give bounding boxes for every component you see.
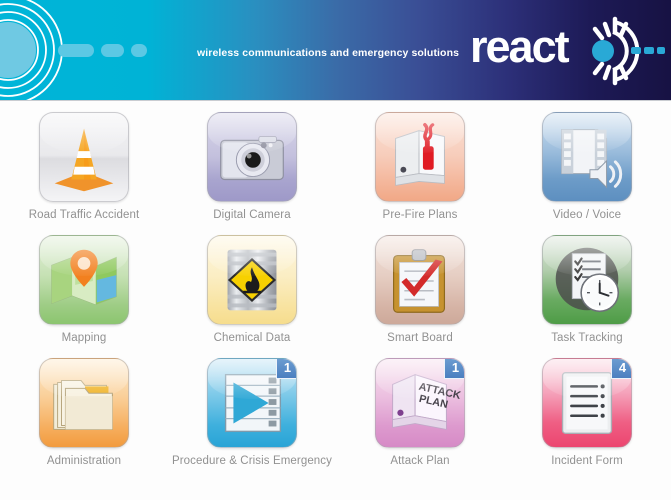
tile-surface[interactable]: 1 (207, 358, 297, 448)
app-tile-procedure-crisis-emergency[interactable]: 1 Procedure & Crisis Emergency (168, 358, 336, 468)
app-tile-label: Pre-Fire Plans (382, 209, 458, 221)
map-pin-icon (51, 249, 117, 305)
file-folders-icon (53, 380, 113, 430)
app-tile-task-tracking[interactable]: Task Tracking (503, 235, 671, 345)
app-tile-label: Task Tracking (551, 332, 623, 344)
three-dashes-icon (58, 44, 94, 57)
brand-wordmark: react (470, 21, 570, 72)
tile-surface[interactable] (375, 112, 465, 202)
hazard-barrel-icon (227, 249, 277, 311)
tile-surface[interactable] (39, 112, 129, 202)
tile-surface[interactable] (207, 112, 297, 202)
app-tile-label: Road Traffic Accident (28, 209, 140, 221)
notification-badge: 1 (276, 359, 296, 379)
app-tile-chemical-data[interactable]: Chemical Data (168, 235, 336, 345)
tile-surface[interactable]: ATTACK PLAN 1 (375, 358, 465, 448)
tile-surface[interactable] (542, 235, 632, 325)
app-tile-label: Video / Voice (552, 209, 622, 221)
tile-surface[interactable] (542, 112, 632, 202)
app-tile-label: Administration (46, 455, 122, 467)
dash-three-icon (131, 44, 147, 57)
app-tile-label: Smart Board (387, 332, 453, 344)
traffic-cone-icon (54, 128, 114, 192)
film-speaker-icon (561, 129, 623, 189)
tile-surface[interactable]: 4 (542, 358, 632, 448)
clipboard-check-icon (393, 249, 446, 313)
app-tile-digital-camera[interactable]: Digital Camera (168, 112, 336, 222)
dash-two-icon (101, 44, 124, 57)
notification-badge: 4 (611, 359, 631, 379)
app-tile-label: Incident Form (551, 455, 623, 467)
app-tile-smart-board[interactable]: Smart Board (336, 235, 504, 345)
radiating-sun-signal-icon (592, 16, 665, 86)
notification-badge: 1 (444, 359, 464, 379)
tile-surface[interactable] (375, 235, 465, 325)
app-tile-road-traffic-accident[interactable]: Road Traffic Accident (0, 112, 168, 222)
app-tile-incident-form[interactable]: 4 Incident Form (503, 358, 671, 468)
tile-surface[interactable] (39, 235, 129, 325)
app-tile-label: Chemical Data (213, 332, 291, 344)
app-header: wireless communications and emergency so… (0, 0, 671, 101)
header-tagline: wireless communications and emergency so… (197, 47, 460, 59)
checklist-clock-icon (555, 247, 620, 313)
app-tile-label: Attack Plan (390, 455, 450, 467)
app-tile-video-voice[interactable]: Video / Voice (503, 112, 671, 222)
app-tile-mapping[interactable]: Mapping (0, 235, 168, 345)
app-tile-label: Procedure & Crisis Emergency (171, 455, 333, 467)
app-tile-label: Digital Camera (213, 209, 291, 221)
tile-surface[interactable] (39, 358, 129, 448)
app-icon-grid: Road Traffic Accident Digital Camera Pre… (0, 101, 671, 500)
app-tile-label: Mapping (61, 332, 107, 344)
book-fire-extinguisher-icon (395, 122, 445, 186)
camera-icon (220, 136, 284, 181)
app-tile-pre-fire-plans[interactable]: Pre-Fire Plans (336, 112, 504, 222)
app-tile-administration[interactable]: Administration (0, 358, 168, 468)
tile-surface[interactable] (207, 235, 297, 325)
app-tile-attack-plan[interactable]: ATTACK PLAN 1 Attack Plan (336, 358, 504, 468)
